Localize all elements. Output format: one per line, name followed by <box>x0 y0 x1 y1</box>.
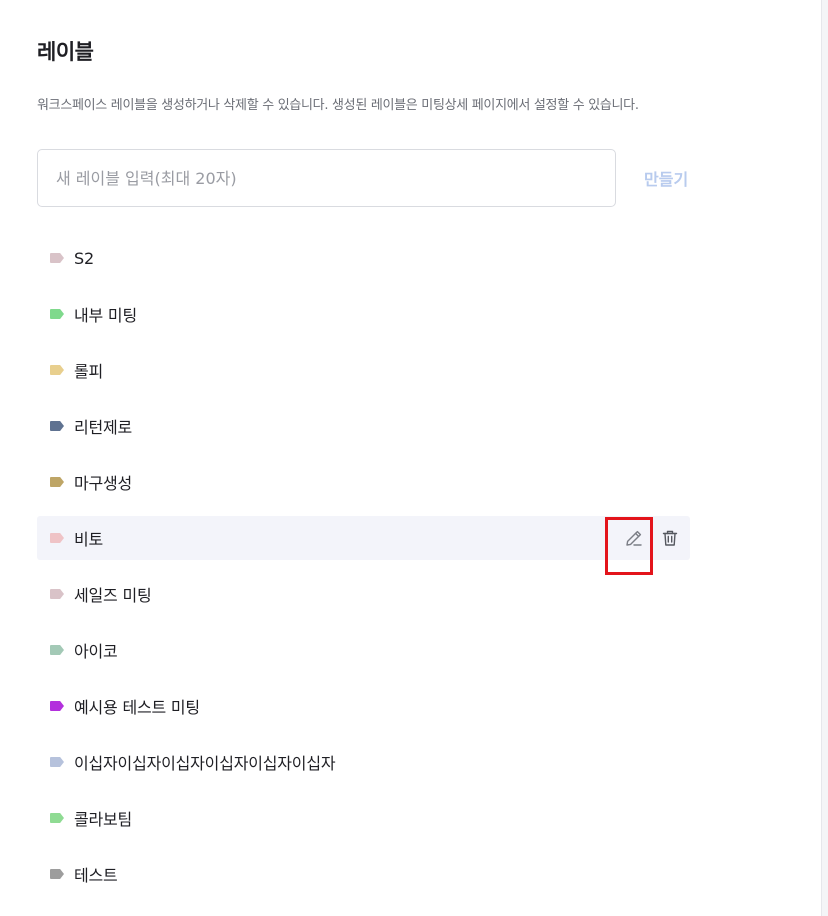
tag-icon <box>50 309 64 319</box>
label-name: 세일즈 미팅 <box>74 586 152 605</box>
section-title: 레이블 <box>37 40 94 64</box>
label-row[interactable]: 콜라보팀 <box>37 796 690 840</box>
label-name: 리턴제로 <box>74 418 133 437</box>
label-name: S2 <box>74 248 94 268</box>
tag-icon <box>50 869 64 879</box>
label-row[interactable]: 내부 미팅 <box>37 292 690 336</box>
section-description: 워크스페이스 레이블을 생성하거나 삭제할 수 있습니다. 생성된 레이블은 미… <box>37 98 639 113</box>
new-label-field <box>37 149 616 207</box>
label-row-hovered[interactable]: 비토 <box>37 516 690 560</box>
label-name: 콜라보팀 <box>74 810 133 829</box>
label-name: 아이코 <box>74 642 118 661</box>
label-row[interactable]: 리턴제로 <box>37 404 690 448</box>
label-name: 예시용 테스트 미팅 <box>74 698 200 717</box>
label-name: 내부 미팅 <box>74 306 137 325</box>
label-row[interactable]: 마구생성 <box>37 460 690 504</box>
label-name: 이십자이십자이십자이십자이십자이십자 <box>74 754 336 773</box>
create-label-button[interactable]: 만들기 <box>636 162 696 194</box>
tag-icon <box>50 253 64 263</box>
tag-icon <box>50 421 64 431</box>
tag-icon <box>50 813 64 823</box>
label-row[interactable]: 롤피 <box>37 348 690 392</box>
tag-icon <box>50 701 64 711</box>
tag-icon <box>50 533 64 543</box>
label-row[interactable]: S2 <box>37 236 690 280</box>
tag-icon <box>50 589 64 599</box>
label-row[interactable]: 테스트 <box>37 852 690 896</box>
tag-icon <box>50 365 64 375</box>
tag-icon <box>50 645 64 655</box>
label-name: 롤피 <box>74 362 104 381</box>
trash-icon[interactable] <box>658 526 682 550</box>
label-row[interactable]: 아이코 <box>37 628 690 672</box>
label-name: 테스트 <box>74 866 118 885</box>
new-label-input[interactable] <box>38 150 615 206</box>
label-name: 마구생성 <box>74 474 133 493</box>
label-name: 비토 <box>74 530 104 549</box>
row-actions <box>622 516 682 560</box>
label-list: S2 내부 미팅 롤피 리턴제로 마구생성 비토 세일즈 미팅 아이코 예시용 … <box>37 236 690 908</box>
label-row[interactable]: 이십자이십자이십자이십자이십자이십자 <box>37 740 690 784</box>
pencil-icon[interactable] <box>622 526 646 550</box>
tag-icon <box>50 757 64 767</box>
label-row[interactable]: 예시용 테스트 미팅 <box>37 684 690 728</box>
labels-settings-panel: 레이블 워크스페이스 레이블을 생성하거나 삭제할 수 있습니다. 생성된 레이… <box>0 0 822 916</box>
label-row[interactable]: 세일즈 미팅 <box>37 572 690 616</box>
tag-icon <box>50 477 64 487</box>
